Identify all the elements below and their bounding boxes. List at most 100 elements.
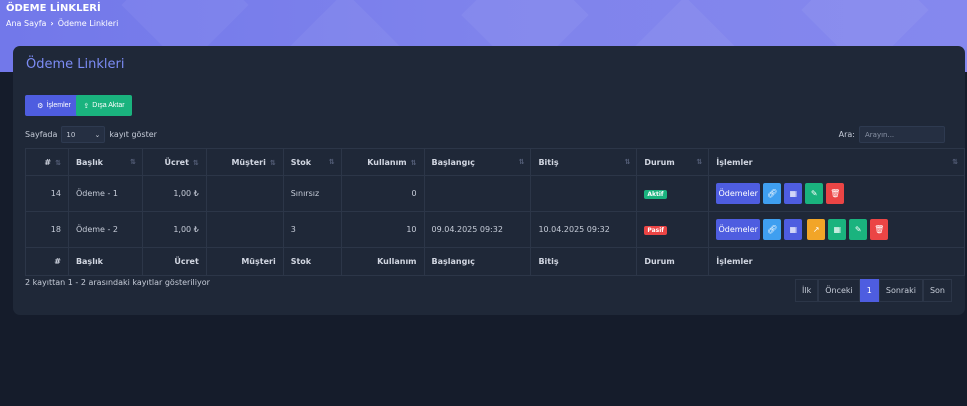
cell-title: Ödeme - 1 [67,175,143,212]
cell-usage: 10 [340,211,425,248]
trash-icon: 🗑︎ [830,189,841,198]
status-badge: Pasif [644,225,667,235]
sort-icon: ⇅ [518,158,525,166]
column-header-customer[interactable]: Müşteri ⇅ [205,148,284,176]
trash-icon: 🗑︎ [874,225,885,234]
sort-icon: ⇅ [328,158,335,166]
cell-stock: 3 [282,211,342,248]
sort-icon: ⇅ [410,158,417,167]
edit-icon: ✎ [854,225,862,234]
pagination-previous[interactable]: Önceki [818,279,860,302]
breadcrumb-home[interactable]: Ana Sayfa [6,19,46,28]
table-info: 2 kayıttan 1 - 2 arasındaki kayıtlar gös… [25,278,210,287]
pagination-first[interactable]: İlk [795,279,819,302]
sort-icon: ⇅ [129,158,136,166]
chevron-right-icon: › [50,19,54,28]
cell-stock: Sınırsız [282,175,342,212]
delete-button[interactable]: 🗑︎ [826,183,845,204]
page-length-select[interactable]: 10 ⌄ [61,126,106,143]
column-header-actions[interactable]: İşlemler ⇅ [708,148,965,176]
column-header-usage[interactable]: Kullanım ⇅ [340,148,425,176]
footer-status: Durum [636,247,710,276]
search-control: Ara: [839,126,945,143]
pagination-page-1[interactable]: 1 [859,279,879,302]
link-icon: 🔗︎ [767,189,778,198]
operations-button-label: İşlemler [46,102,71,109]
cell-start: 09.04.2025 09:32 [423,211,532,248]
column-header-end[interactable]: Bitiş ⇅ [530,148,638,176]
footer-customer: Müşteri [205,247,284,276]
pagination-next[interactable]: Sonraki [878,279,923,302]
delete-button[interactable]: 🗑︎ [870,219,889,240]
cell-usage: 0 [340,175,425,212]
copy-link-button[interactable]: 🔗︎ [763,183,782,204]
chevron-down-icon: ⌄ [94,130,101,139]
cell-end [530,175,638,212]
sort-icon: ⇅ [192,158,199,167]
cell-actions: Ödemeler 🔗︎ ▦ ✎ 🗑︎ [708,175,965,212]
footer-start: Başlangıç [423,247,532,276]
export-button[interactable]: ⇪ Dışa Aktar [76,95,132,116]
search-input[interactable] [859,126,945,143]
qr-code-button-alt[interactable]: ▦ [828,219,847,240]
card-title: Ödeme Linkleri [26,57,125,72]
pagination-last[interactable]: Son [922,279,952,302]
file-export-icon: ⇪ [83,102,90,110]
cell-status: Pasif [636,211,710,248]
cell-customer [205,211,284,248]
column-header-stock[interactable]: Stok ⇅ [282,148,342,176]
sort-icon: ⇅ [696,158,703,166]
payments-button[interactable]: Ödemeler [716,219,761,240]
edit-icon: ✎ [810,189,818,198]
page-length-control: Sayfada 10 ⌄ kayıt göster [25,126,157,143]
column-header-id[interactable]: # ⇅ [25,148,69,176]
cell-customer [205,175,284,212]
link-icon: 🔗︎ [767,225,778,234]
search-label: Ara: [838,130,855,139]
breadcrumb: Ana Sayfa › Ödeme Linkleri [6,19,118,28]
footer-stock: Stok [282,247,342,276]
page-title: ÖDEME LİNKLERİ [6,3,101,14]
status-badge: Aktif [644,189,667,199]
payment-links-table: # ⇅ Başlık ⇅ Ücret ⇅ Müşteri ⇅ Stok ⇅ Kullanı… [25,148,965,276]
cell-price: 1,00 ₺ [141,211,207,248]
table-row: 18 Ödeme - 2 1,00 ₺ 3 10 09.04.2025 09:3… [25,211,965,248]
sort-icon: ⇅ [55,158,61,167]
edit-button[interactable]: ✎ [805,183,824,204]
page-length-prefix: Sayfada [25,130,58,139]
cell-id: 14 [25,175,69,212]
page-length-suffix: kayıt göster [109,130,157,139]
table-row: 14 Ödeme - 1 1,00 ₺ Sınırsız 0 Aktif Öde… [25,175,965,212]
column-header-title[interactable]: Başlık ⇅ [67,148,143,176]
external-link-icon: ↗ [812,225,820,234]
column-header-start[interactable]: Başlangıç ⇅ [423,148,532,176]
qr-code-button[interactable]: ▦ [784,183,803,204]
qr-code-icon: ▦ [833,225,841,234]
footer-price: Ücret [141,247,207,276]
qr-code-icon: ▦ [789,225,797,234]
gear-icon: ⚙ [37,102,44,110]
footer-title: Başlık [67,247,143,276]
column-header-status[interactable]: Durum ⇅ [636,148,710,176]
qr-code-button[interactable]: ▦ [784,219,803,240]
copy-link-button[interactable]: 🔗︎ [763,219,782,240]
cell-status: Aktif [636,175,710,212]
cell-actions: Ödemeler 🔗︎ ▦ ↗ ▦ ✎ 🗑︎ [708,211,965,248]
footer-id: # [25,247,69,276]
payment-links-card: Ödeme Linkleri ⚙ İşlemler ⇪ Dışa Aktar S… [13,46,965,315]
payments-button[interactable]: Ödemeler [716,183,761,204]
qr-code-icon: ▦ [789,189,797,198]
footer-end: Bitiş [530,247,638,276]
footer-usage: Kullanım [340,247,425,276]
cell-end: 10.04.2025 09:32 [530,211,638,248]
sort-icon: ⇅ [624,158,631,166]
table-footer-row: # Başlık Ücret Müşteri Stok Kullanım Baş… [25,247,965,276]
external-link-button[interactable]: ↗ [807,219,826,240]
footer-actions: İşlemler [708,247,965,276]
edit-button[interactable]: ✎ [849,219,868,240]
column-header-price[interactable]: Ücret ⇅ [141,148,207,176]
sort-icon: ⇅ [952,158,958,166]
page-length-value: 10 [66,130,76,139]
sort-icon: ⇅ [269,158,276,167]
operations-button[interactable]: ⚙ İşlemler [25,95,83,116]
